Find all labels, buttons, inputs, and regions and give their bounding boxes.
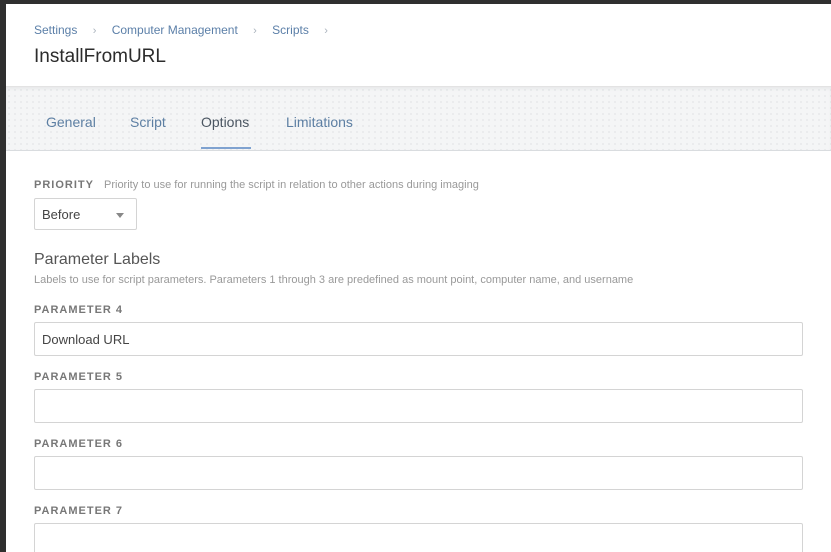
- breadcrumb-settings-link[interactable]: Settings: [34, 23, 77, 37]
- caret-down-icon: [116, 213, 124, 218]
- active-tab-indicator: [201, 147, 251, 149]
- chevron-right-icon: ›: [92, 25, 97, 37]
- chevron-right-icon: ›: [324, 25, 328, 37]
- breadcrumb-scripts-link[interactable]: Scripts: [272, 23, 309, 37]
- parameter-7-input[interactable]: [34, 523, 803, 552]
- parameter-5-input[interactable]: [34, 389, 803, 423]
- parameter-labels-heading: Parameter Labels: [34, 251, 161, 268]
- priority-selected-value: Before: [42, 207, 81, 222]
- tab-limitations[interactable]: Limitations: [286, 114, 353, 130]
- tab-script[interactable]: Script: [130, 114, 166, 130]
- tab-general[interactable]: General: [46, 114, 96, 130]
- page-header: Settings › Computer Management › Scripts…: [6, 4, 831, 87]
- parameter-6-label: PARAMETER 6: [34, 438, 124, 450]
- parameter-4-label: PARAMETER 4: [34, 304, 124, 316]
- parameter-7-label: PARAMETER 7: [34, 505, 124, 517]
- app-window: Settings › Computer Management › Scripts…: [6, 4, 831, 552]
- breadcrumb: Settings › Computer Management › Scripts…: [34, 23, 340, 37]
- tab-bar: General Script Options Limitations: [6, 87, 831, 151]
- breadcrumb-computer-management-link[interactable]: Computer Management: [112, 23, 238, 37]
- parameter-4-input[interactable]: [34, 322, 803, 356]
- chevron-right-icon: ›: [253, 25, 257, 37]
- priority-description: Priority to use for running the script i…: [104, 179, 479, 191]
- parameter-5-label: PARAMETER 5: [34, 371, 124, 383]
- parameter-labels-description: Labels to use for script parameters. Par…: [34, 274, 634, 286]
- priority-label: PRIORITY: [34, 179, 94, 191]
- tab-options[interactable]: Options: [201, 114, 249, 130]
- priority-select[interactable]: Before: [34, 198, 137, 230]
- page-title: InstallFromURL: [34, 46, 166, 67]
- parameter-6-input[interactable]: [34, 456, 803, 490]
